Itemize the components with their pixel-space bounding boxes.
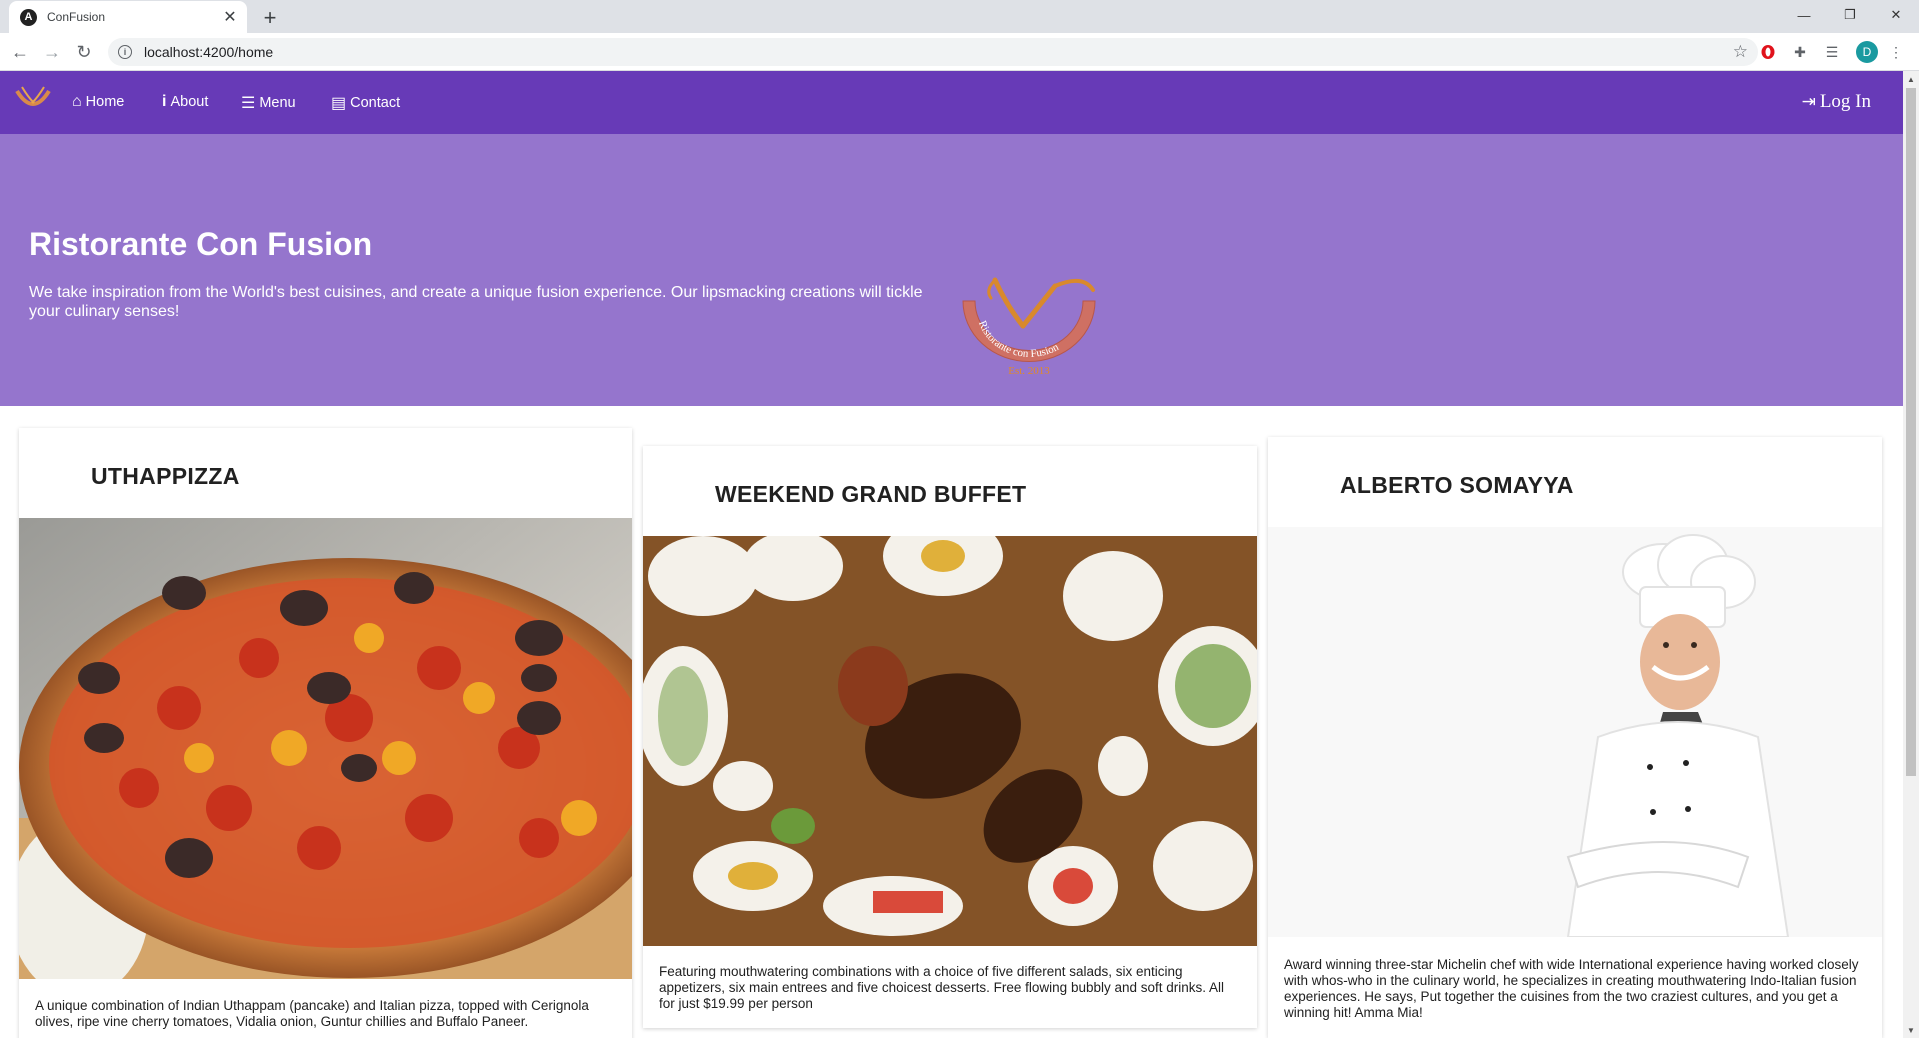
browser-tab[interactable]: A ConFusion ✕ xyxy=(9,1,247,33)
tab-title: ConFusion xyxy=(47,10,106,24)
address-bar[interactable]: i localhost:4200/home ☆ xyxy=(108,38,1758,66)
window-controls: — ❐ ✕ xyxy=(1781,0,1919,30)
card-title: UTHAPPIZZA xyxy=(91,463,240,489)
restaurant-title: Ristorante Con Fusion xyxy=(29,226,373,262)
leader-card[interactable]: ALBERTO SOMAYYA Award winning three-star… xyxy=(1268,437,1882,1038)
logo-text: Ristorante con Fusion xyxy=(976,319,1061,360)
login-button[interactable]: ⇥ Log In xyxy=(1802,91,1871,113)
reading-list-icon[interactable]: ☰ xyxy=(1822,42,1842,62)
page-viewport: ⌂ Home i About ☰ Menu ▤ Contact ⇥ Log In… xyxy=(0,71,1903,1038)
nav-about-label: About xyxy=(170,94,209,110)
nav-home-label: Home xyxy=(85,94,125,110)
buffet-image[interactable] xyxy=(643,536,1257,946)
browser-toolbar: ← → ↻ i localhost:4200/home ☆ ✚ ☰ D ⋮ xyxy=(0,33,1919,71)
reload-icon[interactable]: ↻ xyxy=(72,40,96,64)
url-text: localhost:4200/home xyxy=(144,44,274,60)
brand-logo-icon[interactable] xyxy=(14,83,52,115)
nav-contact[interactable]: ▤ Contact xyxy=(331,93,400,113)
card-description: Award winning three-star Michelin chef w… xyxy=(1284,957,1859,1020)
site-info-icon[interactable]: i xyxy=(118,45,132,59)
pizza-image[interactable] xyxy=(19,518,632,979)
card-description: A unique combination of Indian Uthappam … xyxy=(35,998,589,1029)
bookmark-star-icon[interactable]: ☆ xyxy=(1733,42,1748,62)
card-description: Featuring mouthwatering combinations wit… xyxy=(659,964,1225,1011)
restaurant-logo: Ristorante con Fusion Est. 2013 xyxy=(962,277,1096,377)
browser-tab-bar: A ConFusion ✕ + — ❐ ✕ xyxy=(0,0,1919,33)
dish-card[interactable]: UTHAPPIZZA A unique combination of India… xyxy=(19,428,632,1038)
login-label: Log In xyxy=(1819,91,1871,112)
scroll-up-icon[interactable]: ▲ xyxy=(1903,71,1919,87)
restaurant-description: We take inspiration from the World's bes… xyxy=(29,284,923,320)
close-tab-icon[interactable]: ✕ xyxy=(221,7,239,27)
chef-image[interactable] xyxy=(1268,527,1882,937)
scroll-down-icon[interactable]: ▼ xyxy=(1903,1022,1919,1038)
address-card-icon: ▤ xyxy=(331,95,347,112)
info-icon: i xyxy=(162,93,167,110)
card-title: WEEKEND GRAND BUFFET xyxy=(715,481,1027,507)
jumbotron: Ristorante Con Fusion We take inspiratio… xyxy=(0,134,1903,406)
nav-home[interactable]: ⌂ Home xyxy=(72,93,124,111)
promotion-card[interactable]: WEEKEND GRAND BUFFET Featuring mouthwate… xyxy=(643,446,1257,1028)
restore-icon[interactable]: ❐ xyxy=(1827,0,1873,30)
nav-menu-label: Menu xyxy=(259,95,296,111)
angular-favicon-icon: A xyxy=(20,8,37,26)
minimize-icon[interactable]: — xyxy=(1781,0,1827,30)
extensions-puzzle-icon[interactable]: ✚ xyxy=(1790,42,1810,62)
nav-contact-label: Contact xyxy=(350,95,401,111)
profile-avatar[interactable]: D xyxy=(1856,41,1878,63)
app-navbar: ⌂ Home i About ☰ Menu ▤ Contact ⇥ Log In xyxy=(0,71,1903,134)
home-icon: ⌂ xyxy=(72,93,82,110)
nav-about[interactable]: i About xyxy=(162,93,208,111)
logo-est-text: Est. 2013 xyxy=(1008,365,1050,377)
opera-extension-icon[interactable] xyxy=(1758,42,1778,62)
sign-in-icon: ⇥ xyxy=(1801,92,1816,112)
nav-menu[interactable]: ☰ Menu xyxy=(241,93,296,113)
forward-icon[interactable]: → xyxy=(40,40,64,64)
page-scrollbar[interactable]: ▲ ▼ xyxy=(1903,71,1919,1038)
close-window-icon[interactable]: ✕ xyxy=(1873,0,1919,30)
scroll-thumb[interactable] xyxy=(1906,88,1916,776)
list-icon: ☰ xyxy=(241,95,256,112)
new-tab-icon[interactable]: + xyxy=(258,5,282,31)
card-title: ALBERTO SOMAYYA xyxy=(1340,472,1574,498)
back-icon[interactable]: ← xyxy=(8,40,32,64)
browser-menu-icon[interactable]: ⋮ xyxy=(1886,42,1906,62)
